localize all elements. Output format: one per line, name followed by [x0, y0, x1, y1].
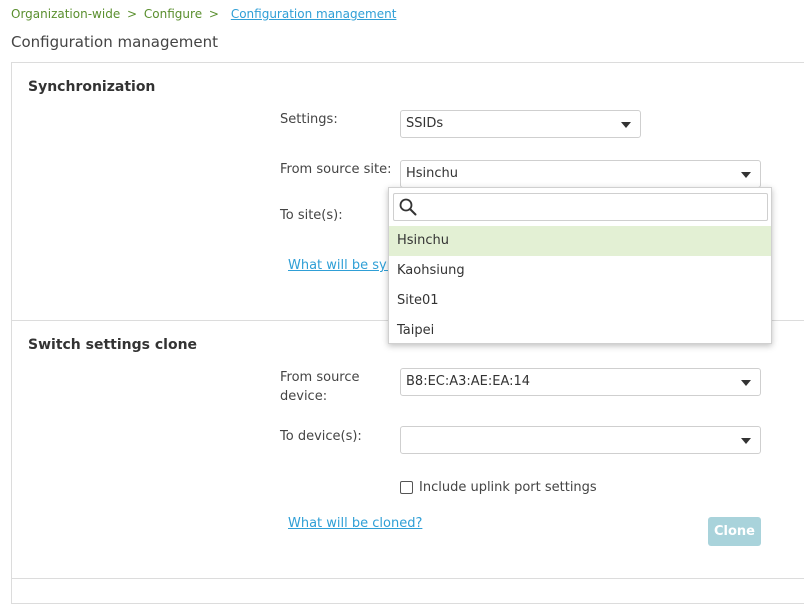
option-hsinchu[interactable]: Hsinchu [389, 226, 771, 256]
source-device-value: B8:EC:A3:AE:EA:14 [406, 374, 531, 389]
source-device-select[interactable]: B8:EC:A3:AE:EA:14 [400, 368, 761, 396]
include-uplink-label: Include uplink port settings [419, 480, 597, 495]
source-device-label: From source device: [280, 368, 360, 406]
breadcrumb-separator: > [127, 7, 138, 21]
dropdown-search-input[interactable] [424, 196, 758, 220]
source-site-select[interactable]: Hsinchu [400, 160, 761, 188]
dropdown-search-box[interactable] [393, 193, 768, 221]
include-uplink-checkbox[interactable] [400, 481, 413, 494]
clone-section-title: Switch settings clone [28, 337, 198, 353]
to-devices-select[interactable] [400, 426, 761, 454]
source-site-value: Hsinchu [406, 166, 459, 181]
settings-select[interactable]: SSIDs [400, 110, 641, 138]
chevron-down-icon [621, 122, 631, 128]
sync-section-title: Synchronization [28, 79, 156, 95]
to-devices-label: To device(s): [280, 429, 362, 444]
chevron-down-icon [741, 172, 751, 178]
breadcrumb-organization[interactable]: Organization-wide [11, 7, 120, 21]
option-kaohsiung[interactable]: Kaohsiung [389, 256, 771, 286]
chevron-down-icon [741, 380, 751, 386]
breadcrumb-current[interactable]: Configuration management [231, 7, 397, 21]
chevron-down-icon [741, 438, 751, 444]
search-icon [399, 198, 417, 216]
option-site01[interactable]: Site01 [389, 286, 771, 316]
source-device-label-line1: From source [280, 370, 360, 385]
source-site-dropdown: Hsinchu Kaohsiung Site01 Taipei [388, 187, 772, 344]
source-device-label-line2: device: [280, 389, 328, 404]
section-divider [12, 578, 804, 579]
what-will-be-synced-link[interactable]: What will be syn [288, 258, 395, 273]
include-uplink-row[interactable]: Include uplink port settings [400, 480, 597, 495]
breadcrumb: Organization-wide > Configure > Configur… [11, 7, 396, 21]
breadcrumb-configure[interactable]: Configure [144, 7, 202, 21]
clone-button[interactable]: Clone [708, 517, 761, 546]
breadcrumb-separator: > [208, 7, 219, 21]
settings-select-value: SSIDs [406, 116, 444, 131]
to-sites-label: To site(s): [280, 208, 343, 223]
settings-label: Settings: [280, 112, 338, 127]
what-will-be-cloned-link[interactable]: What will be cloned? [288, 516, 422, 531]
page-title: Configuration management [11, 33, 218, 51]
source-site-label: From source site: [280, 162, 392, 177]
option-taipei[interactable]: Taipei [389, 316, 771, 346]
